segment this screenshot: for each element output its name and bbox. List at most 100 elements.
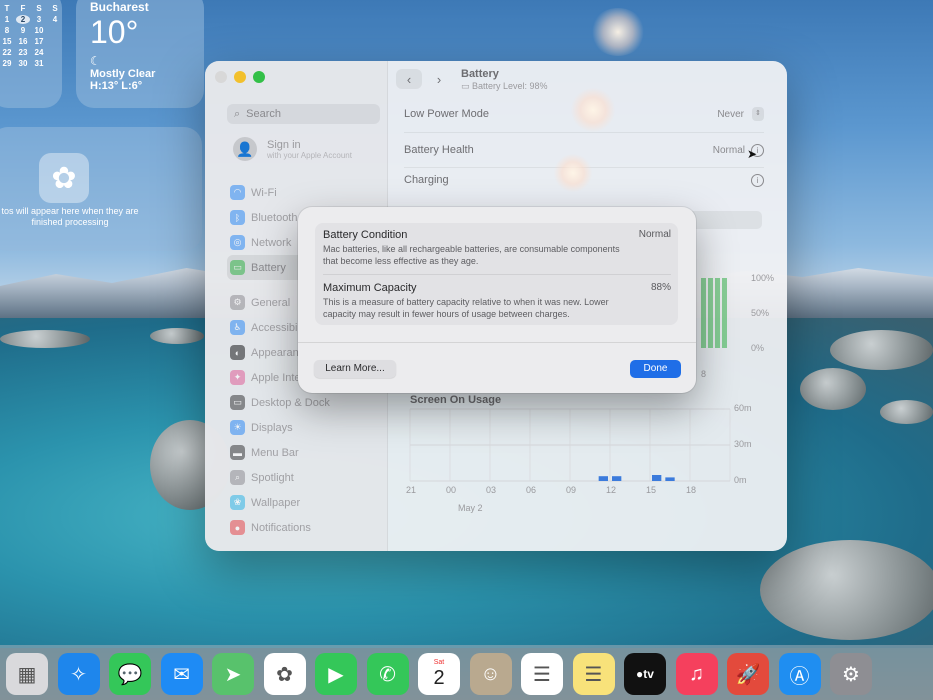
- dock-app-store-icon[interactable]: Ⓐ: [778, 653, 821, 695]
- avatar-icon: 👤: [233, 137, 257, 161]
- dialog-divider: [323, 274, 671, 275]
- dock-facetime-icon[interactable]: ▶: [315, 653, 357, 695]
- sidebar-item-spotlight[interactable]: ⌕ Spotlight: [227, 465, 382, 490]
- maximum-capacity-value: 88%: [650, 282, 671, 293]
- weather-high-low: H:13° L:6°: [90, 80, 143, 92]
- weather-widget[interactable]: Bucharest 10° ☾ Mostly Clear H:13° L:6°: [76, 0, 204, 108]
- maximum-capacity-description: This is a measure of battery capacity re…: [323, 297, 609, 319]
- calendar-day: 16: [18, 37, 28, 46]
- x-tick-label: 18: [686, 485, 697, 495]
- sidebar-item-label: Displays: [251, 421, 293, 434]
- battery-condition-section: Battery Condition Normal Mac batteries, …: [323, 229, 671, 267]
- sign-in-title: Sign in: [267, 138, 301, 151]
- calendar-widget[interactable]: T F S S 1 2 3 4 8 9 10 15 16 17 22 23 24 29 30 31: [0, 0, 62, 108]
- minimize-button[interactable]: [234, 71, 246, 83]
- calendar-day: 17: [34, 37, 44, 46]
- calendar-day: F: [20, 4, 26, 13]
- search-field[interactable]: ⌕ Search: [227, 104, 380, 124]
- usage-bar: [598, 476, 608, 481]
- accessibility-icon: ♿: [230, 320, 245, 335]
- y-tick-label: 60m: [734, 403, 752, 413]
- sidebar-item-desktop-dock[interactable]: ▭ Desktop & Dock: [227, 390, 382, 415]
- weather-city: Bucharest: [90, 0, 149, 14]
- calendar-day: 15: [2, 37, 12, 46]
- sign-in-item[interactable]: 👤 Sign in with your Apple Account: [233, 137, 352, 161]
- calendar-day: 23: [18, 48, 28, 57]
- dock-photos-icon[interactable]: ✿: [263, 653, 306, 695]
- bluetooth-icon: ᛒ: [230, 210, 245, 225]
- y-tick-label: 0m: [734, 475, 747, 485]
- sidebar-item-wallpaper[interactable]: ❀ Wallpaper: [227, 490, 382, 515]
- dock-messages-icon[interactable]: 💬: [109, 653, 151, 695]
- wallpaper-rock: [0, 330, 90, 348]
- done-button[interactable]: Done: [630, 360, 681, 378]
- x-tick-label: 21: [406, 485, 417, 495]
- mouse-cursor-icon: ➤: [747, 147, 758, 161]
- calendar-day: 2: [16, 15, 30, 24]
- sidebar-item-label: General: [251, 296, 291, 309]
- dialog-info-box: Battery Condition Normal Mac batteries, …: [315, 223, 678, 325]
- search-placeholder: Search: [246, 108, 282, 120]
- calendar-weekday: Sat: [433, 659, 445, 666]
- photos-widget[interactable]: ✿ tos will appear here when they are fin…: [0, 127, 202, 251]
- screen-glare: [590, 8, 646, 56]
- sidebar-item-label: Menu Bar: [251, 446, 299, 459]
- sidebar-item-wi-fi[interactable]: ◠ Wi-Fi: [227, 180, 382, 205]
- sidebar-item-label: Spotlight: [251, 471, 294, 484]
- battery-icon: ▭: [230, 260, 245, 275]
- wallpaper-rock: [760, 540, 933, 640]
- dock-rocket-icon[interactable]: 🚀: [727, 653, 769, 695]
- menu-bar-icon: ▬: [230, 445, 245, 460]
- maximum-capacity-section: Maximum Capacity 88% This is a measure o…: [323, 282, 671, 320]
- spotlight-icon: ⌕: [230, 470, 245, 485]
- screen-glare: [570, 88, 616, 132]
- x-tick-label: 12: [606, 485, 617, 495]
- desktop-dock-icon: ▭: [230, 395, 245, 410]
- sidebar-item-displays[interactable]: ☀ Displays: [227, 415, 382, 440]
- dock-phone-icon[interactable]: ✆: [366, 653, 409, 695]
- battery-condition-title: Battery Condition: [323, 229, 408, 241]
- weather-temperature: 10°: [90, 14, 139, 50]
- sidebar-item-menu-bar[interactable]: ▬ Menu Bar: [227, 440, 382, 465]
- dock-system-settings-icon[interactable]: ⚙: [830, 653, 872, 695]
- battery-level-bar: [715, 278, 720, 348]
- usage-bar: [652, 475, 662, 481]
- general-icon: ⚙: [230, 295, 245, 310]
- calendar-day: T: [4, 4, 10, 13]
- dock-calendar-icon[interactable]: Sat 2: [418, 653, 460, 695]
- zoom-button[interactable]: [253, 71, 265, 83]
- wi-fi-icon: ◠: [230, 185, 245, 200]
- photos-icon: ✿: [39, 153, 89, 203]
- calendar-day: 22: [2, 48, 12, 57]
- dock-launchpad-icon[interactable]: ▦: [6, 653, 48, 695]
- close-button[interactable]: [215, 71, 227, 83]
- x-tick-label: 06: [526, 485, 537, 495]
- sidebar-item-label: Battery: [251, 261, 286, 274]
- apple-intelligence-icon: ✦: [230, 370, 245, 385]
- learn-more-button[interactable]: Learn More...: [314, 360, 396, 378]
- dock-apple-tv-icon[interactable]: ●tv: [624, 653, 666, 695]
- battery-health-dialog: Battery Condition Normal Mac batteries, …: [298, 207, 696, 393]
- chart-date-label: May 2: [458, 503, 483, 513]
- x-tick-label: 03: [486, 485, 497, 495]
- x-tick-label: 09: [566, 485, 577, 495]
- notifications-icon: ●: [230, 520, 245, 535]
- calendar-grid: T F S S 1 2 3 4 8 9 10 15 16 17 22 23 24 29 30 31: [0, 4, 62, 68]
- dock-notes-icon[interactable]: ☰: [572, 653, 615, 695]
- weather-condition: Mostly Clear: [90, 68, 156, 80]
- calendar-day: [48, 48, 62, 57]
- dock-safari-icon[interactable]: ✧: [57, 653, 100, 695]
- dock-reminders-icon[interactable]: ☰: [521, 653, 563, 695]
- sidebar-item-label: Bluetooth: [251, 211, 298, 224]
- dialog-footer-divider: [298, 342, 696, 343]
- y-tick-label: 30m: [734, 439, 752, 449]
- x-tick-label: 00: [446, 485, 457, 495]
- sidebar-item-label: Notifications: [251, 521, 311, 534]
- calendar-day: 30: [18, 59, 28, 68]
- calendar-day: 10: [34, 26, 44, 35]
- dock-music-icon[interactable]: ♫: [675, 653, 718, 695]
- dock-contacts-icon[interactable]: ☺: [469, 653, 512, 695]
- dock-maps-icon[interactable]: ➤: [212, 653, 254, 695]
- dock-mail-icon[interactable]: ✉: [160, 653, 203, 695]
- sidebar-item-notifications[interactable]: ● Notifications: [227, 515, 382, 540]
